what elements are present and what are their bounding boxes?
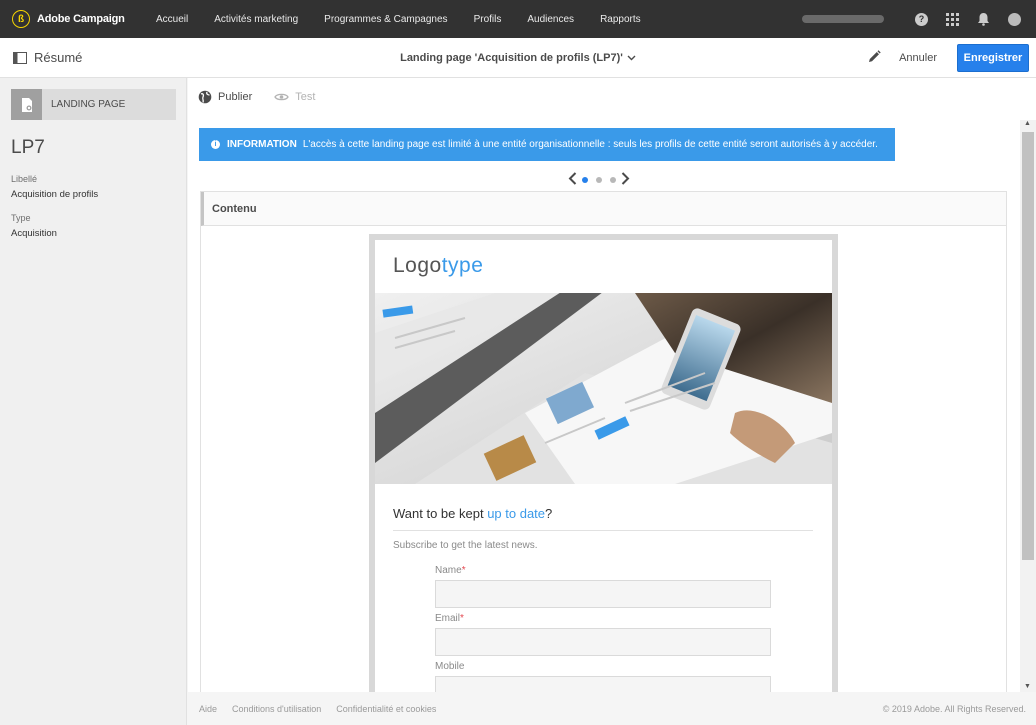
content-header: Contenu <box>201 192 1006 226</box>
logotype: Logotype <box>393 254 484 277</box>
test-label: Test <box>295 91 316 103</box>
email-field[interactable] <box>435 628 771 656</box>
copyright: © 2019 Adobe. All Rights Reserved. <box>882 703 1026 714</box>
nav-item-activites-marketing[interactable]: Activités marketing <box>214 14 298 25</box>
scroll-up-arrow-icon[interactable]: ▲ <box>1024 120 1031 127</box>
brand[interactable]: ß Adobe Campaign <box>0 10 150 28</box>
topbar-right: ? <box>802 0 1022 38</box>
content-toolbar: Publier Test <box>198 88 337 106</box>
bell-icon[interactable] <box>976 12 991 27</box>
footer-link-privacy[interactable]: Confidentialité et cookies <box>336 704 436 714</box>
email-field-label: Email* <box>435 613 464 624</box>
page-title-text[interactable]: Landing page 'Acquisition de profils (LP… <box>400 52 623 64</box>
preview-headline: Want to be kept up to date? <box>393 506 553 521</box>
label-field-title: Libellé <box>11 174 38 184</box>
save-button[interactable]: Enregistrer <box>957 44 1029 72</box>
name-field[interactable] <box>435 580 771 608</box>
footer-link-terms[interactable]: Conditions d'utilisation <box>232 704 321 714</box>
name-field-label: Name* <box>435 565 466 576</box>
nav-item-audiences[interactable]: Audiences <box>527 14 574 25</box>
info-title: INFORMATION <box>227 139 297 150</box>
info-icon: i <box>211 140 220 149</box>
scroll-thumb[interactable] <box>1022 132 1034 560</box>
divider <box>393 530 813 531</box>
footer: Aide Conditions d'utilisation Confidenti… <box>188 692 1036 725</box>
summary-button[interactable]: Résumé <box>0 50 82 65</box>
nav-item-programmes-campagnes[interactable]: Programmes & Campagnes <box>324 14 447 25</box>
pencil-icon[interactable] <box>867 49 881 67</box>
summary-label: Résumé <box>34 50 83 65</box>
hero-image <box>375 293 832 484</box>
preview-subtitle: Subscribe to get the latest news. <box>393 540 538 551</box>
nav-item-profils[interactable]: Profils <box>474 14 502 25</box>
apps-grid-icon[interactable] <box>945 12 960 27</box>
landing-page-name: LP7 <box>11 137 45 158</box>
action-buttons: Annuler Enregistrer <box>867 44 1029 72</box>
nav-item-accueil[interactable]: Accueil <box>156 14 188 25</box>
eye-icon <box>274 93 289 101</box>
chevron-left-icon[interactable] <box>568 172 578 188</box>
landing-page-badge: LANDING PAGE <box>11 89 176 120</box>
landing-page-icon <box>11 89 42 120</box>
publish-button[interactable]: Publier <box>198 90 252 104</box>
help-icon[interactable]: ? <box>914 12 929 27</box>
cancel-button[interactable]: Annuler <box>899 52 937 64</box>
chevron-right-icon[interactable] <box>620 172 630 188</box>
test-button[interactable]: Test <box>274 91 315 103</box>
action-bar: Résumé Landing page 'Acquisition de prof… <box>0 38 1036 78</box>
page-dot-3[interactable] <box>610 177 616 183</box>
page-dot-2[interactable] <box>596 177 602 183</box>
user-avatar-icon[interactable] <box>1007 12 1022 27</box>
top-navigation-bar: ß Adobe Campaign Accueil Activités marke… <box>0 0 1036 38</box>
label-field-value: Acquisition de profils <box>11 189 99 200</box>
type-field-title: Type <box>11 213 31 223</box>
main-panel: Publier Test i INFORMATION L'accès à cet… <box>188 78 1036 725</box>
brand-name: Adobe Campaign <box>37 13 125 25</box>
nav-item-rapports[interactable]: Rapports <box>600 14 641 25</box>
landing-page-badge-label: LANDING PAGE <box>51 99 126 110</box>
page-dot-1[interactable] <box>582 177 588 183</box>
user-name-redacted[interactable] <box>802 15 884 23</box>
summary-sidebar: LANDING PAGE LP7 Libellé Acquisition de … <box>0 78 187 725</box>
mobile-field-label: Mobile <box>435 661 465 672</box>
type-field-value: Acquisition <box>11 228 57 239</box>
main-nav: Accueil Activités marketing Programmes &… <box>156 14 667 25</box>
info-banner: i INFORMATION L'accès à cette landing pa… <box>199 128 895 161</box>
landing-page-preview[interactable]: Logotype Want to be kept up to date? Sub… <box>369 234 838 725</box>
globe-icon <box>198 90 212 104</box>
adobe-campaign-logo-icon: ß <box>12 10 30 28</box>
publish-label: Publier <box>218 91 253 103</box>
vertical-scrollbar[interactable]: ▲ ▼ <box>1020 120 1036 692</box>
scroll-down-arrow-icon[interactable]: ▼ <box>1024 683 1031 690</box>
info-text: L'accès à cette landing page est limité … <box>302 139 878 150</box>
page-carousel <box>568 172 630 188</box>
footer-link-help[interactable]: Aide <box>199 704 217 714</box>
sidebar-panel-icon <box>13 51 27 64</box>
chevron-down-icon[interactable] <box>627 52 636 64</box>
content-panel: Contenu Logotype Want to be kept up to d… <box>200 191 1007 725</box>
